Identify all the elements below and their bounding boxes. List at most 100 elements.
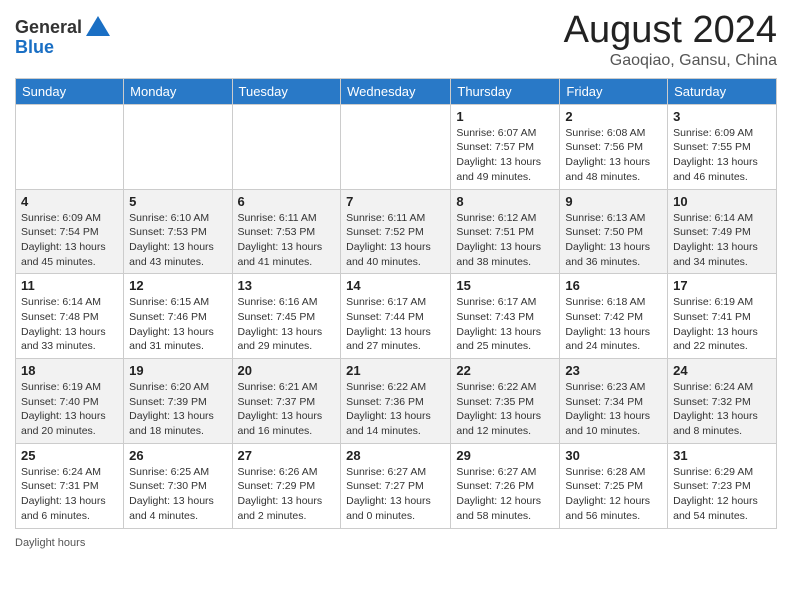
day-number: 8: [456, 194, 554, 209]
calendar-cell: 19 Sunrise: 6:20 AM Sunset: 7:39 PM Dayli…: [124, 359, 232, 444]
calendar-day-header: Friday: [560, 78, 668, 104]
day-number: 7: [346, 194, 445, 209]
calendar-cell: 22 Sunrise: 6:22 AM Sunset: 7:35 PM Dayli…: [451, 359, 560, 444]
calendar-day-header: Saturday: [668, 78, 777, 104]
calendar-cell: 13Sunrise: 6:16 AM Sunset: 7:45 PM Dayli…: [232, 274, 341, 359]
day-detail: Sunrise: 6:11 AM Sunset: 7:52 PM Dayligh…: [346, 211, 445, 270]
day-detail: Sunrise: 6:15 AM Sunset: 7:46 PM Dayligh…: [129, 295, 226, 354]
day-number: 12: [129, 278, 226, 293]
day-detail: Sunrise: 6:27 AM Sunset: 7:27 PM Dayligh…: [346, 465, 445, 524]
calendar-cell: 18 Sunrise: 6:19 AM Sunset: 7:40 PM Dayli…: [16, 359, 124, 444]
calendar-cell: 3 Sunrise: 6:09 AM Sunset: 7:55 PM Daylig…: [668, 104, 777, 189]
day-detail: Sunrise: 6:29 AM Sunset: 7:23 PM Dayligh…: [673, 465, 771, 524]
day-number: 21: [346, 363, 445, 378]
day-number: 11: [21, 278, 118, 293]
day-detail: Sunrise: 6:18 AM Sunset: 7:42 PM Dayligh…: [565, 295, 662, 354]
daylight-hours-label: Daylight hours: [15, 537, 85, 549]
calendar-cell: 7 Sunrise: 6:11 AM Sunset: 7:52 PM Daylig…: [341, 189, 451, 274]
calendar-cell: 8 Sunrise: 6:12 AM Sunset: 7:51 PM Daylig…: [451, 189, 560, 274]
calendar-cell: 12 Sunrise: 6:15 AM Sunset: 7:46 PM Dayli…: [124, 274, 232, 359]
calendar-cell: 17 Sunrise: 6:19 AM Sunset: 7:41 PM Dayli…: [668, 274, 777, 359]
day-detail: Sunrise: 6:07 AM Sunset: 7:57 PM Dayligh…: [456, 126, 554, 185]
calendar-header-row: SundayMondayTuesdayWednesdayThursdayFrid…: [16, 78, 777, 104]
day-number: 19: [129, 363, 226, 378]
calendar-cell: 1 Sunrise: 6:07 AM Sunset: 7:57 PM Daylig…: [451, 104, 560, 189]
calendar-cell: 2 Sunrise: 6:08 AM Sunset: 7:56 PM Daylig…: [560, 104, 668, 189]
day-detail: Sunrise: 6:11 AM Sunset: 7:53 PM Dayligh…: [238, 211, 336, 270]
logo-icon: [84, 14, 112, 42]
page: General Blue August 2024 Gaoqiao, Gansu,…: [0, 0, 792, 612]
day-detail: Sunrise: 6:24 AM Sunset: 7:32 PM Dayligh…: [673, 380, 771, 439]
day-number: 25: [21, 448, 118, 463]
day-number: 13: [238, 278, 336, 293]
calendar-cell: 30 Sunrise: 6:28 AM Sunset: 7:25 PM Dayli…: [560, 443, 668, 528]
calendar-cell: 4Sunrise: 6:09 AM Sunset: 7:54 PM Daylig…: [16, 189, 124, 274]
calendar-cell: 5 Sunrise: 6:10 AM Sunset: 7:53 PM Daylig…: [124, 189, 232, 274]
day-detail: Sunrise: 6:23 AM Sunset: 7:34 PM Dayligh…: [565, 380, 662, 439]
day-detail: Sunrise: 6:14 AM Sunset: 7:48 PM Dayligh…: [21, 295, 118, 354]
calendar-week-row: 4Sunrise: 6:09 AM Sunset: 7:54 PM Daylig…: [16, 189, 777, 274]
day-detail: Sunrise: 6:25 AM Sunset: 7:30 PM Dayligh…: [129, 465, 226, 524]
day-number: 26: [129, 448, 226, 463]
day-number: 30: [565, 448, 662, 463]
calendar-cell: [232, 104, 341, 189]
calendar-cell: 27 Sunrise: 6:26 AM Sunset: 7:29 PM Dayli…: [232, 443, 341, 528]
day-number: 3: [673, 109, 771, 124]
day-number: 20: [238, 363, 336, 378]
day-detail: Sunrise: 6:20 AM Sunset: 7:39 PM Dayligh…: [129, 380, 226, 439]
location-subtitle: Gaoqiao, Gansu, China: [564, 52, 777, 70]
calendar-cell: 11 Sunrise: 6:14 AM Sunset: 7:48 PM Dayli…: [16, 274, 124, 359]
calendar-cell: 29 Sunrise: 6:27 AM Sunset: 7:26 PM Dayli…: [451, 443, 560, 528]
day-detail: Sunrise: 6:12 AM Sunset: 7:51 PM Dayligh…: [456, 211, 554, 270]
calendar-cell: 31 Sunrise: 6:29 AM Sunset: 7:23 PM Dayli…: [668, 443, 777, 528]
day-number: 6: [238, 194, 336, 209]
day-number: 14: [346, 278, 445, 293]
day-number: 15: [456, 278, 554, 293]
calendar-cell: 20 Sunrise: 6:21 AM Sunset: 7:37 PM Dayli…: [232, 359, 341, 444]
day-number: 17: [673, 278, 771, 293]
calendar-cell: 25Sunrise: 6:24 AM Sunset: 7:31 PM Dayli…: [16, 443, 124, 528]
day-detail: Sunrise: 6:21 AM Sunset: 7:37 PM Dayligh…: [238, 380, 336, 439]
calendar-cell: 15Sunrise: 6:17 AM Sunset: 7:43 PM Dayli…: [451, 274, 560, 359]
day-detail: Sunrise: 6:22 AM Sunset: 7:35 PM Dayligh…: [456, 380, 554, 439]
day-detail: Sunrise: 6:19 AM Sunset: 7:41 PM Dayligh…: [673, 295, 771, 354]
day-detail: Sunrise: 6:22 AM Sunset: 7:36 PM Dayligh…: [346, 380, 445, 439]
calendar-week-row: 11 Sunrise: 6:14 AM Sunset: 7:48 PM Dayli…: [16, 274, 777, 359]
calendar-table: SundayMondayTuesdayWednesdayThursdayFrid…: [15, 78, 777, 529]
day-number: 5: [129, 194, 226, 209]
calendar-day-header: Monday: [124, 78, 232, 104]
day-detail: Sunrise: 6:19 AM Sunset: 7:40 PM Dayligh…: [21, 380, 118, 439]
day-detail: Sunrise: 6:26 AM Sunset: 7:29 PM Dayligh…: [238, 465, 336, 524]
day-number: 18: [21, 363, 118, 378]
day-detail: Sunrise: 6:10 AM Sunset: 7:53 PM Dayligh…: [129, 211, 226, 270]
logo-general-text: General: [15, 18, 82, 38]
calendar-week-row: 25Sunrise: 6:24 AM Sunset: 7:31 PM Dayli…: [16, 443, 777, 528]
footer: Daylight hours: [15, 537, 777, 549]
page-title: August 2024: [564, 10, 777, 52]
calendar-cell: 14 Sunrise: 6:17 AM Sunset: 7:44 PM Dayli…: [341, 274, 451, 359]
day-number: 9: [565, 194, 662, 209]
day-detail: Sunrise: 6:17 AM Sunset: 7:44 PM Dayligh…: [346, 295, 445, 354]
calendar-day-header: Tuesday: [232, 78, 341, 104]
day-number: 27: [238, 448, 336, 463]
calendar-cell: 23Sunrise: 6:23 AM Sunset: 7:34 PM Dayli…: [560, 359, 668, 444]
day-detail: Sunrise: 6:09 AM Sunset: 7:55 PM Dayligh…: [673, 126, 771, 185]
day-number: 22: [456, 363, 554, 378]
day-number: 24: [673, 363, 771, 378]
calendar-cell: 26 Sunrise: 6:25 AM Sunset: 7:30 PM Dayli…: [124, 443, 232, 528]
day-detail: Sunrise: 6:28 AM Sunset: 7:25 PM Dayligh…: [565, 465, 662, 524]
day-number: 29: [456, 448, 554, 463]
day-number: 2: [565, 109, 662, 124]
calendar-cell: 6 Sunrise: 6:11 AM Sunset: 7:53 PM Daylig…: [232, 189, 341, 274]
day-number: 16: [565, 278, 662, 293]
day-number: 31: [673, 448, 771, 463]
day-number: 1: [456, 109, 554, 124]
day-detail: Sunrise: 6:27 AM Sunset: 7:26 PM Dayligh…: [456, 465, 554, 524]
calendar-week-row: 1 Sunrise: 6:07 AM Sunset: 7:57 PM Daylig…: [16, 104, 777, 189]
title-block: August 2024 Gaoqiao, Gansu, China: [564, 10, 777, 70]
header: General Blue August 2024 Gaoqiao, Gansu,…: [15, 10, 777, 70]
day-detail: Sunrise: 6:08 AM Sunset: 7:56 PM Dayligh…: [565, 126, 662, 185]
day-number: 28: [346, 448, 445, 463]
calendar-day-header: Thursday: [451, 78, 560, 104]
day-detail: Sunrise: 6:09 AM Sunset: 7:54 PM Dayligh…: [21, 211, 118, 270]
